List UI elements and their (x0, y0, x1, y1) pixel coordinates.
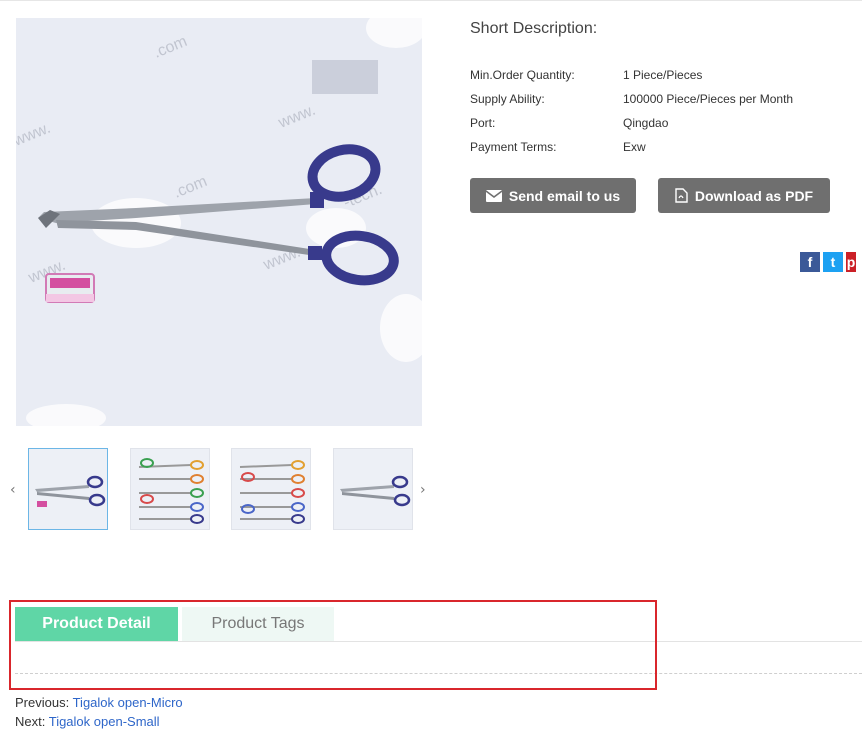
highlight-box (9, 600, 657, 690)
pdf-file-icon (675, 188, 688, 203)
download-pdf-label: Download as PDF (694, 187, 814, 204)
spec-key: Supply Ability: (470, 92, 545, 106)
thumbnail-2[interactable] (130, 448, 210, 530)
thumbnail-3[interactable] (231, 448, 311, 530)
thumbnail-1[interactable] (28, 448, 108, 530)
spec-value: Qingdao (623, 116, 669, 130)
thumbnail-gallery: ‹ › (10, 446, 430, 536)
chevron-left-icon[interactable]: ‹ (10, 482, 16, 498)
next-label: Next: (15, 714, 46, 729)
spec-value: 100000 Piece/Pieces per Month (623, 92, 794, 106)
spec-value: 1 Piece/Pieces (623, 68, 703, 82)
send-email-button[interactable]: Send email to us (470, 178, 636, 213)
thumbnail-4[interactable] (333, 448, 413, 530)
short-description-heading: Short Description: (470, 20, 598, 37)
previous-product: Previous: Tigalok open-Micro (15, 695, 183, 710)
previous-product-link[interactable]: Tigalok open-Micro (73, 695, 183, 710)
previous-label: Previous: (15, 695, 70, 710)
main-product-image[interactable]: www. .com www. .com www. www. -tech. (16, 18, 422, 426)
facebook-icon[interactable]: f (800, 252, 820, 272)
social-share-bar: f t p (800, 252, 856, 272)
envelope-icon (485, 189, 502, 202)
spec-value: Exw (623, 140, 646, 154)
spec-key: Min.Order Quantity: (470, 68, 575, 82)
svg-text:www.: www. (16, 120, 53, 150)
twitter-icon[interactable]: t (823, 252, 843, 272)
send-email-label: Send email to us (508, 187, 621, 204)
top-divider (0, 0, 862, 1)
svg-text:www.: www. (275, 102, 318, 132)
svg-text:.com: .com (151, 33, 190, 62)
chevron-right-icon[interactable]: › (420, 482, 426, 498)
next-product-link[interactable]: Tigalok open-Small (49, 714, 160, 729)
svg-text:.com: .com (171, 173, 210, 202)
download-pdf-button[interactable]: Download as PDF (658, 178, 830, 213)
pinterest-icon[interactable]: p (846, 252, 856, 272)
spec-key: Payment Terms: (470, 140, 557, 154)
spec-key: Port: (470, 116, 496, 130)
next-product: Next: Tigalok open-Small (15, 714, 160, 729)
